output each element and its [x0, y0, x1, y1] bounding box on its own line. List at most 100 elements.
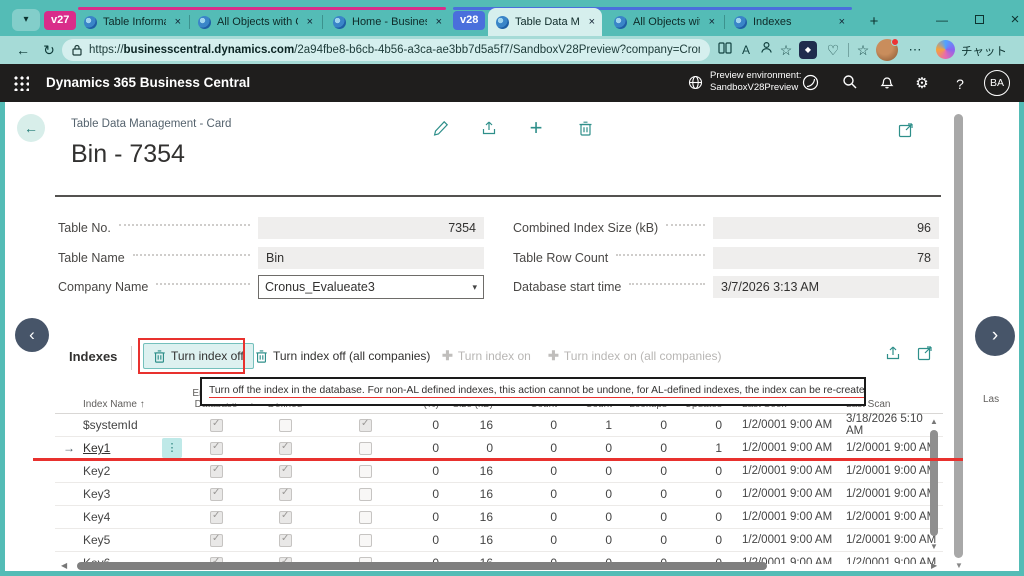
browser-profile-avatar[interactable] — [876, 39, 898, 61]
tab-table-data-management-active[interactable]: Table Data Manage × — [488, 8, 602, 36]
company-name-select[interactable]: Cronus_Evalueate3▾ — [258, 275, 484, 299]
profile-in-page-icon[interactable] — [757, 40, 775, 60]
page-scrollbar-down-icon[interactable]: ▼ — [955, 561, 963, 570]
notification-dot — [891, 38, 899, 46]
favorites-bar-icon[interactable]: ☆ — [854, 40, 872, 60]
settings-gear-icon[interactable]: ⚙ — [912, 74, 932, 94]
tab-close-icon[interactable]: × — [589, 16, 595, 28]
table-scrollbar-up-icon[interactable]: ▲ — [930, 417, 938, 426]
app-launcher-icon[interactable] — [13, 75, 29, 91]
unique-checkbox — [359, 511, 372, 524]
tab-close-icon[interactable]: × — [175, 16, 181, 28]
delete-trash-icon[interactable] — [575, 118, 595, 138]
tab-close-icon[interactable]: × — [839, 16, 845, 28]
trash-icon — [255, 349, 268, 363]
new-tab-button[interactable]: + — [862, 10, 886, 34]
table-scrollbar-thumb[interactable] — [930, 430, 938, 536]
table-row[interactable]: $systemId 0 16 0 1 0 0 1/2/0001 9:00 AM … — [55, 414, 943, 437]
index-name-link[interactable]: Key1 — [83, 441, 110, 455]
row-menu-dots-icon[interactable]: ⋮ — [162, 438, 182, 458]
close-window-button[interactable]: × — [998, 8, 1024, 32]
size-kb-cell: 16 — [439, 483, 493, 505]
last-seek-cell: 1/2/0001 9:00 AM — [722, 529, 838, 551]
read-aloud-icon[interactable]: A — [737, 40, 755, 60]
table-row[interactable]: Key4 0 16 0 0 0 0 1/2/0001 9:00 AM 1/2/0… — [55, 506, 943, 529]
tab-table-information[interactable]: Table Information × — [76, 10, 188, 34]
index-name-cell[interactable]: Key3 — [83, 483, 159, 505]
extension-icon[interactable]: ◆ — [799, 41, 817, 59]
share-icon[interactable] — [479, 118, 499, 138]
user-avatar[interactable]: BA — [984, 70, 1010, 96]
more-menu-icon[interactable]: ⋯ — [906, 40, 924, 60]
tab-all-objects-1[interactable]: All Objects with Ca × — [190, 10, 320, 34]
row-selector-cell[interactable] — [55, 460, 83, 482]
horizontal-scrollbar-left-icon[interactable]: ◀ — [61, 561, 67, 570]
environment-badge[interactable]: Preview environment: SandboxV28Preview — [688, 70, 801, 94]
tab-close-icon[interactable]: × — [709, 16, 715, 28]
row-selector-cell[interactable] — [55, 483, 83, 505]
row-menu-cell[interactable] — [159, 483, 185, 505]
index-name-cell[interactable]: $systemId — [83, 414, 159, 436]
index-name-cell[interactable]: Key1 — [83, 437, 159, 459]
browser-refresh-icon[interactable]: ↻ — [38, 39, 60, 61]
al-defined-cell — [247, 529, 323, 551]
table-row[interactable]: Key5 0 16 0 0 0 0 1/2/0001 9:00 AM 1/2/0… — [55, 529, 943, 552]
index-name-cell[interactable]: Key2 — [83, 460, 159, 482]
url-input[interactable]: https://businesscentral.dynamics.com/2a9… — [62, 39, 710, 61]
horizontal-scrollbar-thumb[interactable] — [77, 562, 767, 570]
table-row[interactable]: Key2 0 16 0 0 0 0 1/2/0001 9:00 AM 1/2/0… — [55, 460, 943, 483]
share-list-icon[interactable] — [885, 345, 902, 362]
page-back-button[interactable]: ← — [17, 114, 45, 142]
tab-group-badge-v28[interactable]: v28 — [453, 11, 485, 30]
row-menu-cell[interactable] — [159, 529, 185, 551]
minimize-button[interactable]: — — [925, 8, 959, 32]
page-scrollbar-thumb[interactable] — [954, 114, 963, 558]
maximize-button[interactable] — [962, 8, 996, 32]
next-record-button[interactable]: › — [975, 316, 1015, 356]
breadcrumb[interactable]: Table Data Management - Card — [71, 118, 231, 130]
browser-essentials-icon[interactable]: ♡ — [824, 40, 842, 60]
turn-index-off-button[interactable]: Turn index off — [143, 343, 254, 369]
previous-record-button[interactable]: ‹ — [15, 318, 49, 352]
open-list-in-new-window-icon[interactable] — [917, 345, 934, 362]
al-defined-cell — [247, 414, 323, 436]
edit-pencil-icon[interactable] — [431, 118, 451, 138]
tab-home[interactable]: Home - Business C × — [325, 10, 449, 34]
favorite-star-icon[interactable]: ☆ — [777, 40, 795, 60]
index-name-cell[interactable]: Key4 — [83, 506, 159, 528]
row-menu-cell[interactable] — [159, 506, 185, 528]
row-selector-cell[interactable] — [55, 506, 83, 528]
turn-index-off-all-companies-button[interactable]: Turn index off (all companies) — [255, 343, 430, 369]
tab-all-objects-2[interactable]: All Objects with Ca × — [606, 10, 722, 34]
row-selector-cell[interactable]: → — [55, 437, 83, 459]
index-name-cell[interactable]: Key5 — [83, 529, 159, 551]
row-menu-cell[interactable] — [159, 414, 185, 436]
search-icon[interactable] — [840, 74, 860, 94]
open-in-new-window-icon[interactable] — [896, 120, 916, 140]
split-screen-icon[interactable] — [716, 40, 734, 60]
row-selector-cell[interactable] — [55, 414, 83, 436]
row-menu-cell[interactable] — [159, 460, 185, 482]
tab-close-icon[interactable]: × — [307, 16, 313, 28]
tab-indexes[interactable]: Indexes × — [726, 10, 852, 34]
row-selector-cell[interactable] — [55, 529, 83, 551]
fragmentation-cell: 0 — [407, 529, 439, 551]
new-record-icon[interactable]: + — [526, 118, 546, 138]
copilot-icon[interactable] — [936, 40, 955, 59]
fragmentation-cell: 0 — [407, 506, 439, 528]
header-index-name[interactable]: Index Name ↑ — [83, 388, 185, 413]
row-menu-cell[interactable]: ⋮ — [159, 437, 185, 459]
table-row[interactable]: Key3 0 16 0 0 0 0 1/2/0001 9:00 AM 1/2/0… — [55, 483, 943, 506]
copilot-chat-label[interactable]: チャット — [961, 43, 1007, 59]
tab-search-button[interactable]: ▾ — [12, 9, 40, 31]
table-scrollbar-down-icon[interactable]: ▼ — [930, 542, 938, 551]
dynamics-copilot-icon[interactable] — [800, 74, 820, 94]
browser-back-icon[interactable]: ← — [12, 39, 34, 61]
notifications-bell-icon[interactable] — [877, 74, 897, 94]
table-row[interactable]: → Key1 ⋮ 0 0 0 0 0 1 1/2/0001 9:00 AM 1/… — [55, 437, 943, 460]
tab-close-icon[interactable]: × — [436, 16, 442, 28]
horizontal-scrollbar-right-icon[interactable]: ▶ — [931, 561, 937, 570]
help-icon[interactable]: ? — [950, 74, 970, 94]
app-title[interactable]: Dynamics 365 Business Central — [46, 75, 250, 90]
tab-group-badge-v27[interactable]: v27 — [44, 11, 76, 30]
